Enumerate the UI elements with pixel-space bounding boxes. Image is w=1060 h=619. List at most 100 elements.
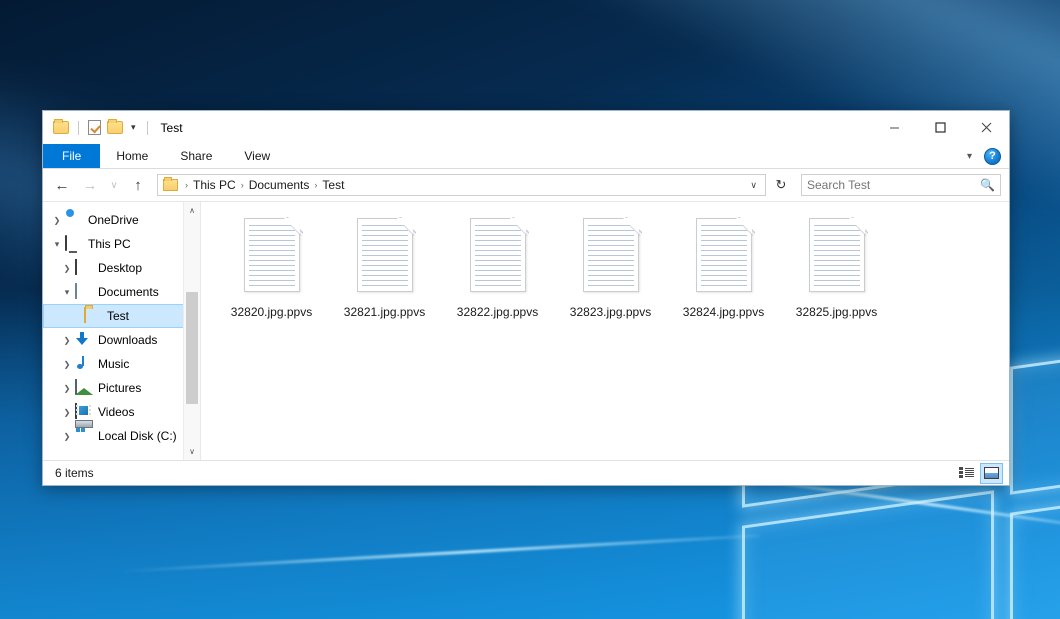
generic-document-icon: [240, 216, 304, 296]
expander-chevron-right-icon[interactable]: [59, 335, 75, 345]
minimize-button[interactable]: [871, 111, 917, 144]
address-dropdown-chevron-down-icon[interactable]: ∨: [744, 180, 763, 191]
sidebar-item-desktop[interactable]: Desktop: [43, 256, 200, 280]
expander-chevron-right-icon[interactable]: [59, 359, 75, 369]
expander-chevron-right-icon[interactable]: [59, 383, 75, 393]
details-view-button[interactable]: [955, 463, 978, 484]
sidebar-item-videos[interactable]: Videos: [43, 400, 200, 424]
item-count-label: 6 items: [55, 466, 94, 480]
disk-icon: [75, 428, 93, 444]
navigation-pane-scrollbar[interactable]: ∧ ∨: [183, 202, 200, 460]
large-icons-view-button[interactable]: [980, 463, 1003, 484]
sidebar-item-label: Local Disk (C:): [98, 430, 177, 442]
desktop-icon: [75, 260, 93, 276]
ribbon-right-controls: ▾ ?: [963, 144, 1009, 168]
breadcrumb-separator-2: ›: [311, 180, 320, 190]
videos-icon: [75, 404, 93, 420]
list-item[interactable]: 32822.jpg.ppvs: [441, 214, 554, 319]
file-name-label: 32820.jpg.ppvs: [231, 305, 312, 319]
breadcrumb-item-documents[interactable]: Documents: [247, 178, 312, 192]
properties-icon[interactable]: [88, 120, 101, 135]
navigation-pane: OneDrive This PC Desktop Documents: [43, 202, 201, 460]
list-item[interactable]: 32823.jpg.ppvs: [554, 214, 667, 319]
expander-chevron-right-icon[interactable]: [59, 407, 75, 417]
refresh-icon[interactable]: ↻: [769, 174, 793, 196]
generic-document-icon: [353, 216, 417, 296]
expander-chevron-right-icon[interactable]: [49, 215, 65, 225]
tab-share[interactable]: Share: [164, 144, 228, 168]
file-list-pane[interactable]: 32820.jpg.ppvs 32821.jpg.ppvs 32822.jpg.…: [201, 202, 1009, 460]
scroll-up-chevron-up-icon[interactable]: ∧: [184, 202, 200, 219]
list-item[interactable]: 32821.jpg.ppvs: [328, 214, 441, 319]
help-icon[interactable]: ?: [984, 148, 1001, 165]
expander-chevron-right-icon[interactable]: [59, 431, 75, 441]
status-bar: 6 items: [43, 460, 1009, 485]
sidebar-item-downloads[interactable]: Downloads: [43, 328, 200, 352]
music-icon: [75, 356, 93, 372]
search-icon[interactable]: 🔍: [980, 178, 995, 192]
close-button[interactable]: [963, 111, 1009, 144]
forward-button[interactable]: →: [77, 173, 103, 197]
sidebar-item-label: Desktop: [98, 262, 142, 274]
address-bar: ← → ∨ ↑ › This PC › Documents › Test ∨ ↻…: [43, 169, 1009, 201]
file-name-label: 32824.jpg.ppvs: [683, 305, 764, 319]
breadcrumb-item-this-pc[interactable]: This PC: [191, 178, 238, 192]
toolbar-divider-2: [147, 121, 148, 135]
chevron-down-icon[interactable]: ▾: [129, 123, 138, 132]
folder-tree: OneDrive This PC Desktop Documents: [43, 202, 200, 448]
back-button[interactable]: ←: [49, 173, 75, 197]
sidebar-item-this-pc[interactable]: This PC: [43, 232, 200, 256]
large-icons-view-icon: [984, 467, 999, 479]
list-item[interactable]: 32820.jpg.ppvs: [215, 214, 328, 319]
folder-icon: [84, 308, 102, 324]
window-body: OneDrive This PC Desktop Documents: [43, 201, 1009, 460]
tab-view[interactable]: View: [228, 144, 286, 168]
sidebar-item-test[interactable]: Test: [43, 304, 200, 328]
sidebar-item-label: OneDrive: [88, 214, 139, 226]
quick-access-toolbar: ▾: [53, 120, 151, 135]
file-name-label: 32823.jpg.ppvs: [570, 305, 651, 319]
ribbon-tab-strip: File Home Share View ▾ ?: [43, 144, 1009, 169]
maximize-button[interactable]: [917, 111, 963, 144]
sidebar-item-label: Pictures: [98, 382, 141, 394]
window-controls: [871, 111, 1009, 144]
up-button[interactable]: ↑: [125, 173, 151, 197]
expander-chevron-down-icon[interactable]: [59, 287, 75, 298]
breadcrumb-folder-icon: [163, 179, 178, 191]
sidebar-item-label: Downloads: [98, 334, 157, 346]
tab-home[interactable]: Home: [100, 144, 164, 168]
sidebar-item-pictures[interactable]: Pictures: [43, 376, 200, 400]
expand-ribbon-chevron-down-icon[interactable]: ▾: [963, 151, 976, 162]
file-name-label: 32821.jpg.ppvs: [344, 305, 425, 319]
details-view-icon: [959, 467, 974, 479]
search-input[interactable]: [807, 178, 976, 192]
file-grid: 32820.jpg.ppvs 32821.jpg.ppvs 32822.jpg.…: [215, 214, 1009, 319]
scrollbar-thumb[interactable]: [186, 292, 198, 404]
expander-chevron-right-icon[interactable]: [59, 263, 75, 273]
new-folder-icon[interactable]: [107, 121, 123, 134]
onedrive-icon: [65, 212, 83, 228]
file-name-label: 32822.jpg.ppvs: [457, 305, 538, 319]
scroll-down-chevron-down-icon[interactable]: ∨: [184, 443, 200, 460]
breadcrumb[interactable]: › This PC › Documents › Test ∨: [157, 174, 766, 196]
sidebar-item-label: Videos: [98, 406, 134, 418]
sidebar-item-documents[interactable]: Documents: [43, 280, 200, 304]
this-pc-icon: [65, 236, 83, 252]
list-item[interactable]: 32825.jpg.ppvs: [780, 214, 893, 319]
list-item[interactable]: 32824.jpg.ppvs: [667, 214, 780, 319]
expander-chevron-down-icon[interactable]: [49, 239, 65, 250]
generic-document-icon: [805, 216, 869, 296]
sidebar-item-local-disk-c[interactable]: Local Disk (C:): [43, 424, 200, 448]
file-name-label: 32825.jpg.ppvs: [796, 305, 877, 319]
breadcrumb-item-test[interactable]: Test: [320, 178, 346, 192]
folder-icon[interactable]: [53, 121, 69, 134]
sidebar-item-label: This PC: [88, 238, 131, 250]
tab-file[interactable]: File: [43, 144, 100, 168]
toolbar-divider: [78, 121, 79, 135]
title-bar: ▾ Test: [43, 111, 1009, 144]
sidebar-item-music[interactable]: Music: [43, 352, 200, 376]
sidebar-item-onedrive[interactable]: OneDrive: [43, 208, 200, 232]
search-box[interactable]: 🔍: [801, 174, 1001, 196]
recent-locations-chevron-down-icon[interactable]: ∨: [105, 173, 123, 197]
documents-icon: [75, 284, 93, 300]
